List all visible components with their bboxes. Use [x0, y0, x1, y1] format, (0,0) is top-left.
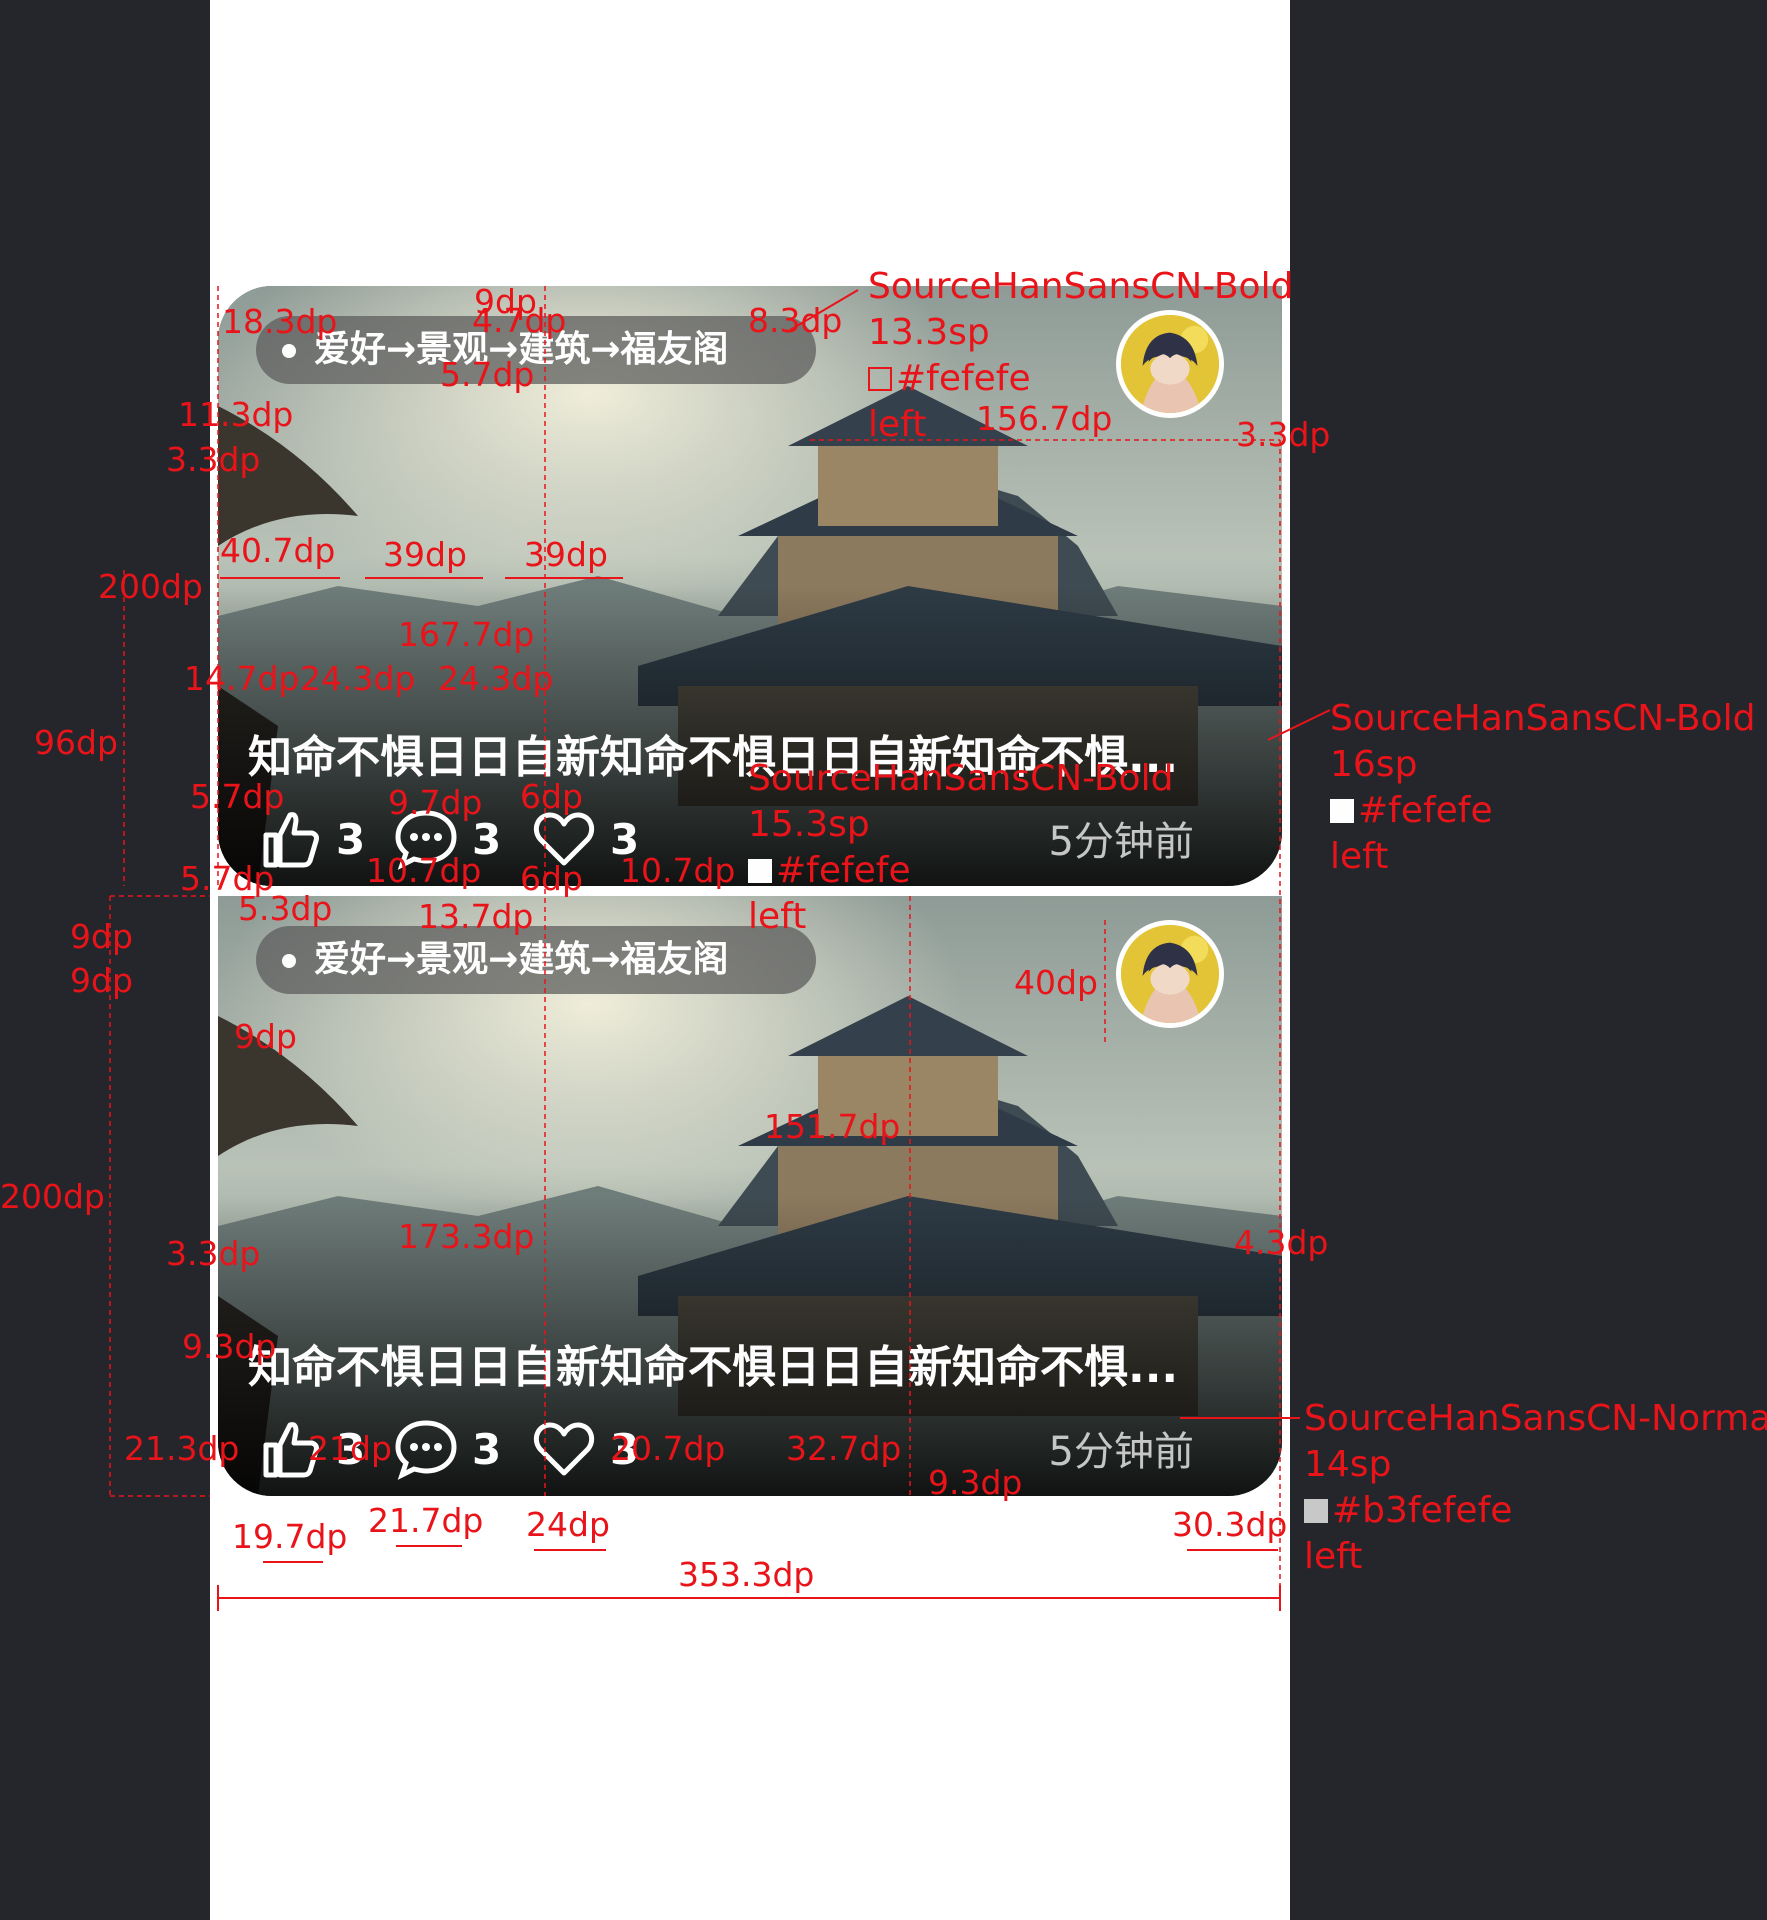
breadcrumb-chip[interactable]: 爱好→景观→建筑→福友阁 [256, 926, 816, 994]
dimension-label: 200dp [0, 1177, 105, 1216]
dimension-label: 18.3dp [222, 302, 338, 341]
bullet-icon [282, 344, 296, 358]
post-time: 5分钟前 [1048, 1429, 1194, 1475]
dimension-label: 39dp [383, 535, 467, 574]
dimension-label: 151.7dp [764, 1107, 901, 1146]
dimension-label: 6dp [520, 777, 583, 816]
dimension-label: 9dp [70, 961, 133, 1000]
color-swatch [868, 367, 892, 391]
dimension-label: 14.7dp [184, 659, 300, 698]
spec-time-text: SourceHanSansCN-Normal 14sp #b3fefefe le… [1304, 1398, 1767, 1577]
heart-icon [533, 1422, 595, 1476]
color-swatch [1330, 799, 1354, 823]
bullet-icon [282, 954, 296, 968]
dimension-label: 24.3dp [438, 659, 554, 698]
dimension-label: 40dp [1014, 963, 1098, 1002]
dimension-label: 4.7dp [472, 301, 567, 340]
dimension-label: 20.7dp [610, 1429, 726, 1468]
dimension-label: 13.7dp [418, 897, 534, 936]
dimension-label: 10.7dp [620, 851, 736, 890]
feed-card-2[interactable]: 爱好→景观→建筑→福友阁 知命不惧日日自新知命不惧日日自新知命不惧... 3 3 [218, 896, 1282, 1496]
dimension-label: 10.7dp [366, 851, 482, 890]
dimension-label: 9.3dp [182, 1327, 277, 1366]
dimension-label: 96dp [34, 723, 118, 762]
comment-button[interactable]: 3 [394, 1414, 501, 1484]
dimension-label: 200dp [98, 567, 203, 606]
dimension-label: 5.7dp [440, 355, 535, 394]
breadcrumb-text: 爱好→景观→建筑→福友阁 [314, 939, 729, 980]
spec-breadcrumb-text: SourceHanSansCN-Bold 13.3sp #fefefe left [868, 266, 1294, 445]
dimension-label: 3.3dp [166, 440, 261, 479]
dimension-label: 5.3dp [238, 889, 333, 928]
dimension-label: 24dp [526, 1505, 610, 1544]
dimension-label: 173.3dp [398, 1217, 535, 1256]
dimension-label: 24.3dp [300, 659, 416, 698]
spec-headline-text: SourceHanSansCN-Bold 16sp #fefefe left [1330, 698, 1756, 877]
color-swatch [1304, 1499, 1328, 1523]
dimension-label: 9.3dp [928, 1463, 1023, 1502]
dimension-label: 21.7dp [368, 1501, 484, 1540]
comment-icon [395, 1420, 457, 1480]
dimension-label: 9dp [234, 1017, 297, 1056]
color-swatch [748, 859, 772, 883]
dimension-label: 32.7dp [786, 1429, 902, 1468]
dimension-label: 40.7dp [220, 531, 336, 570]
dimension-label: 21.3dp [124, 1429, 240, 1468]
dimension-label: 5.7dp [190, 777, 285, 816]
dimension-label: 39dp [524, 535, 608, 574]
post-headline[interactable]: 知命不惧日日自新知命不惧日日自新知命不惧... [248, 1340, 1248, 1396]
like-count: 3 [336, 814, 366, 864]
comment-count: 3 [472, 1424, 502, 1474]
dimension-label: 8.3dp [748, 301, 843, 340]
dimension-label: 19.7dp [232, 1517, 348, 1556]
dimension-label: 4.3dp [1234, 1223, 1329, 1262]
dimension-label: 30.3dp [1172, 1505, 1288, 1544]
spec-count-text: SourceHanSansCN-Bold 15.3sp #fefefe left [748, 758, 1174, 937]
dimension-label: 167.7dp [398, 615, 535, 654]
dimension-label: 11.3dp [178, 395, 294, 434]
dimension-label: 21dp [308, 1429, 392, 1468]
dimension-label: 9.7dp [388, 783, 483, 822]
dimension-label: 9dp [70, 917, 133, 956]
dimension-label: 6dp [520, 859, 583, 898]
dimension-label: 353.3dp [678, 1555, 815, 1594]
dimension-label: 3.3dp [166, 1234, 261, 1273]
